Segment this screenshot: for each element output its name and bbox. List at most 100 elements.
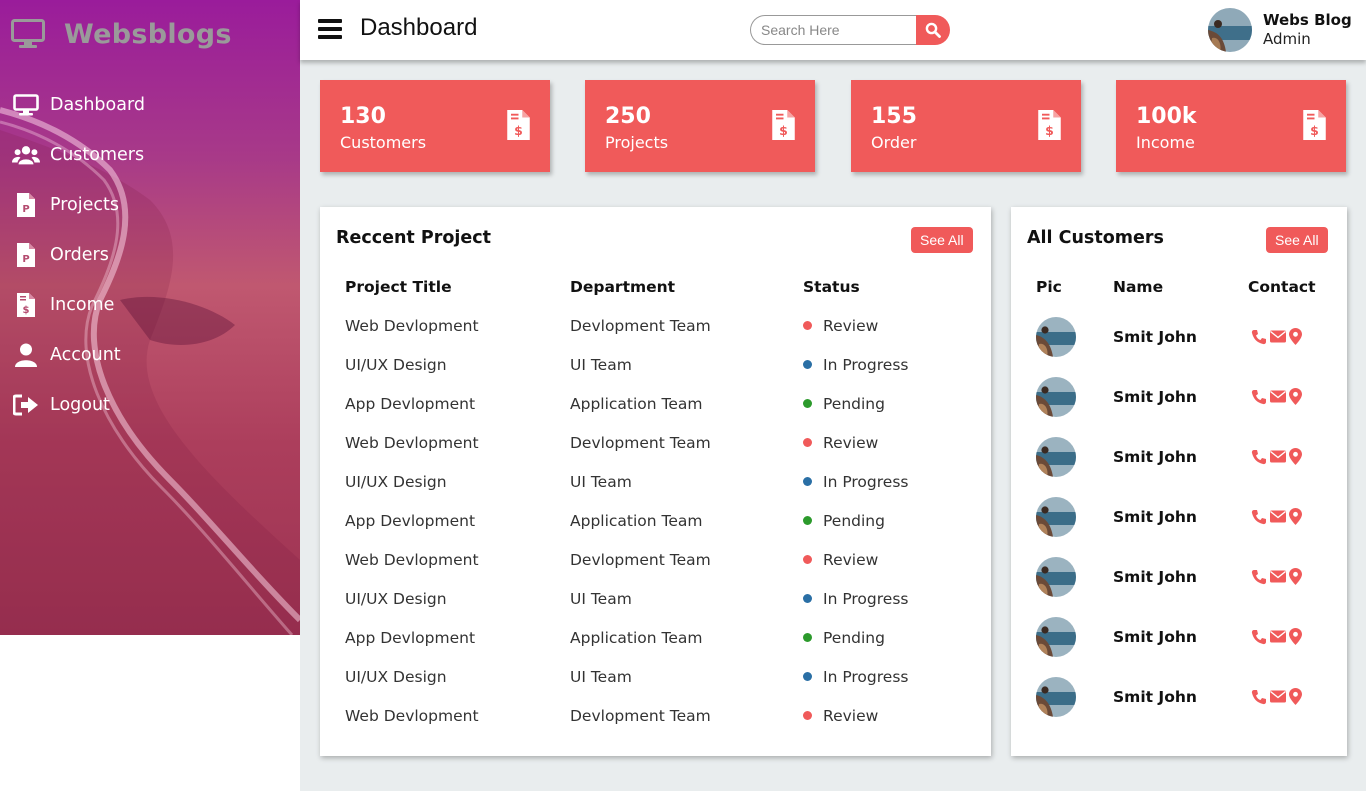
avatar [1036,557,1076,597]
stat-card-income[interactable]: 100k Income $ [1116,80,1346,172]
contact-actions [1251,568,1302,585]
status-dot-icon [803,672,812,681]
envelope-icon[interactable] [1270,330,1286,343]
status-label: Pending [823,395,885,413]
table-row[interactable]: UI/UX Design UI Team In Progress [320,356,991,395]
table-row[interactable]: Web Devlopment Devlopment Team Review [320,434,991,473]
card-label: Income [1136,133,1195,152]
sidebar-item-dashboard[interactable]: Dashboard [0,80,300,130]
svg-text:$: $ [1045,123,1054,138]
map-marker-icon[interactable] [1289,568,1302,585]
stat-card-customers[interactable]: 130 Customers $ [320,80,550,172]
status-dot-icon [803,555,812,564]
map-marker-icon[interactable] [1289,328,1302,345]
desktop-icon [12,91,40,119]
phone-icon[interactable] [1251,509,1267,525]
status-cell: Review [803,707,878,725]
table-row[interactable]: App Devlopment Application Team Pending [320,629,991,668]
list-item[interactable]: Smit John [1011,617,1347,677]
list-item[interactable]: Smit John [1011,317,1347,377]
card-value: 130 [340,104,386,129]
project-title-cell: UI/UX Design [345,473,447,491]
phone-icon[interactable] [1251,629,1267,645]
list-item[interactable]: Smit John [1011,437,1347,497]
see-all-projects-button[interactable]: See All [911,227,973,253]
table-row[interactable]: UI/UX Design UI Team In Progress [320,473,991,512]
department-cell: Devlopment Team [570,434,711,452]
sidebar-item-income[interactable]: $ Income [0,280,300,330]
map-marker-icon[interactable] [1289,688,1302,705]
envelope-icon[interactable] [1270,570,1286,583]
svg-text:$: $ [514,123,523,138]
status-label: Review [823,707,879,725]
map-marker-icon[interactable] [1289,628,1302,645]
sign-out-icon [12,391,40,419]
user-icon [12,341,40,369]
column-header-pic: Pic [1036,278,1062,296]
main-content: Dashboard Webs Blog Admin 130 Customers [300,0,1366,791]
search-input[interactable] [750,15,916,45]
status-label: Review [823,317,879,335]
status-dot-icon [803,321,812,330]
status-label: In Progress [823,473,909,491]
list-item[interactable]: Smit John [1011,377,1347,437]
status-cell: In Progress [803,590,908,608]
phone-icon[interactable] [1251,329,1267,345]
table-row[interactable]: App Devlopment Application Team Pending [320,512,991,551]
sidebar-item-projects[interactable]: P Projects [0,180,300,230]
envelope-icon[interactable] [1270,390,1286,403]
table-row[interactable]: Web Devlopment Devlopment Team Review [320,551,991,590]
phone-icon[interactable] [1251,389,1267,405]
search-button[interactable] [916,15,950,45]
table-row[interactable]: UI/UX Design UI Team In Progress [320,590,991,629]
search-icon [925,22,941,38]
department-cell: Devlopment Team [570,551,711,569]
phone-icon[interactable] [1251,689,1267,705]
sidebar-item-customers[interactable]: Customers [0,130,300,180]
envelope-icon[interactable] [1270,510,1286,523]
customer-name: Smit John [1113,388,1197,406]
brand[interactable]: Websblogs [10,12,232,56]
table-row[interactable]: Web Devlopment Devlopment Team Review [320,707,991,746]
sidebar-item-label: Income [50,295,115,315]
column-header-contact: Contact [1248,278,1316,296]
status-cell: Review [803,551,878,569]
status-dot-icon [803,477,812,486]
user-role: Admin [1263,30,1311,48]
status-label: In Progress [823,668,909,686]
menu-toggle-icon[interactable] [318,19,342,39]
status-cell: Pending [803,395,885,413]
sidebar-item-label: Projects [50,195,119,215]
envelope-icon[interactable] [1270,450,1286,463]
list-item[interactable]: Smit John [1011,497,1347,557]
envelope-icon[interactable] [1270,690,1286,703]
map-marker-icon[interactable] [1289,388,1302,405]
table-row[interactable]: App Devlopment Application Team Pending [320,395,991,434]
card-value: 100k [1136,104,1197,129]
status-label: Review [823,551,879,569]
sidebar-item-logout[interactable]: Logout [0,380,300,430]
project-title-cell: Web Devlopment [345,551,479,569]
status-label: Pending [823,512,885,530]
contact-actions [1251,328,1302,345]
sidebar-item-account[interactable]: Account [0,330,300,380]
avatar [1036,497,1076,537]
table-row[interactable]: UI/UX Design UI Team In Progress [320,668,991,707]
map-marker-icon[interactable] [1289,508,1302,525]
department-cell: UI Team [570,590,632,608]
status-cell: Pending [803,629,885,647]
phone-icon[interactable] [1251,449,1267,465]
envelope-icon[interactable] [1270,630,1286,643]
see-all-customers-button[interactable]: See All [1266,227,1328,253]
phone-icon[interactable] [1251,569,1267,585]
table-row[interactable]: Web Devlopment Devlopment Team Review [320,317,991,356]
stat-card-orders[interactable]: 155 Order $ [851,80,1081,172]
department-cell: Devlopment Team [570,317,711,335]
user-profile[interactable]: Webs Blog Admin [1208,8,1352,52]
map-marker-icon[interactable] [1289,448,1302,465]
list-item[interactable]: Smit John [1011,557,1347,617]
list-item[interactable]: Smit John [1011,677,1347,737]
stat-card-projects[interactable]: 250 Projects $ [585,80,815,172]
sidebar-item-orders[interactable]: P Orders [0,230,300,280]
department-cell: Application Team [570,629,703,647]
